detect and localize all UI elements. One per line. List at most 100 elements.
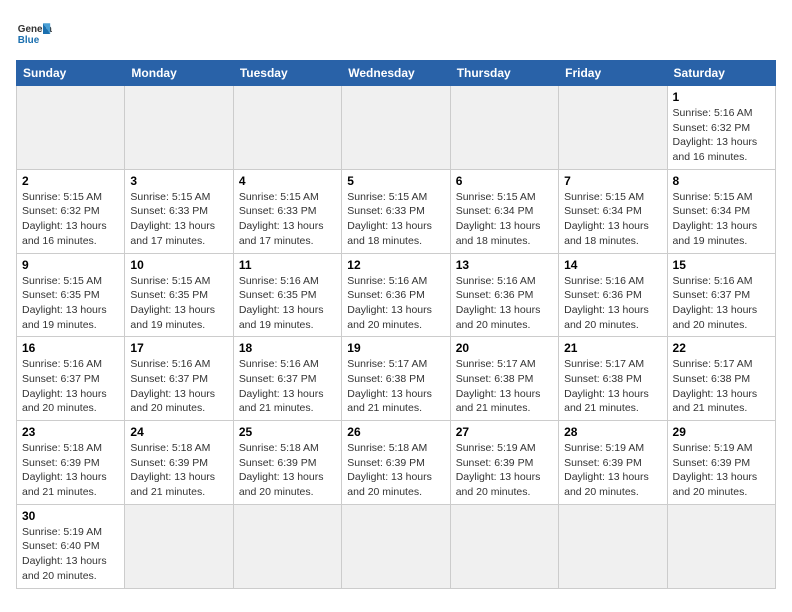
- day-info: Sunrise: 5:18 AMSunset: 6:39 PMDaylight:…: [22, 441, 119, 500]
- day-number: 5: [347, 174, 444, 188]
- day-info: Sunrise: 5:16 AMSunset: 6:36 PMDaylight:…: [456, 274, 553, 333]
- day-number: 20: [456, 341, 553, 355]
- calendar-day-cell: 2 Sunrise: 5:15 AMSunset: 6:32 PMDaylight…: [17, 169, 125, 253]
- calendar-day-cell: 26Sunrise: 5:18 AMSunset: 6:39 PMDayligh…: [342, 421, 450, 505]
- day-number: 19: [347, 341, 444, 355]
- calendar-day-cell: 17 Sunrise: 5:16 AMSunset: 6:37 PMDayligh…: [125, 337, 233, 421]
- day-number: 23: [22, 425, 119, 439]
- calendar-day-cell: 29Sunrise: 5:19 AMSunset: 6:39 PMDayligh…: [667, 421, 775, 505]
- calendar-day-cell: [233, 86, 341, 170]
- day-info: Sunrise: 5:15 AMSunset: 6:34 PMDaylight:…: [564, 190, 661, 249]
- day-info: Sunrise: 5:17 AMSunset: 6:38 PMDaylight:…: [347, 357, 444, 416]
- day-info: Sunrise: 5:18 AMSunset: 6:39 PMDaylight:…: [347, 441, 444, 500]
- day-info: Sunrise: 5:18 AMSunset: 6:39 PMDaylight:…: [239, 441, 336, 500]
- day-number: 25: [239, 425, 336, 439]
- day-info: Sunrise: 5:17 AMSunset: 6:38 PMDaylight:…: [673, 357, 770, 416]
- day-info: Sunrise: 5:15 AMSunset: 6:34 PMDaylight:…: [456, 190, 553, 249]
- calendar-day-cell: [450, 504, 558, 588]
- calendar-day-cell: 28 Sunrise: 5:19 AMSunset: 6:39 PMDayligh…: [559, 421, 667, 505]
- day-number: 12: [347, 258, 444, 272]
- calendar-day-cell: 8Sunrise: 5:15 AMSunset: 6:34 PMDaylight…: [667, 169, 775, 253]
- day-info: Sunrise: 5:17 AMSunset: 6:38 PMDaylight:…: [564, 357, 661, 416]
- day-info: Sunrise: 5:19 AMSunset: 6:39 PMDaylight:…: [564, 441, 661, 500]
- day-number: 8: [673, 174, 770, 188]
- calendar-week-row: 16Sunrise: 5:16 AMSunset: 6:37 PMDayligh…: [17, 337, 776, 421]
- calendar-week-row: 9Sunrise: 5:15 AMSunset: 6:35 PMDaylight…: [17, 253, 776, 337]
- day-info: Sunrise: 5:18 AMSunset: 6:39 PMDaylight:…: [130, 441, 227, 500]
- day-info: Sunrise: 5:15 AMSunset: 6:33 PMDaylight:…: [347, 190, 444, 249]
- calendar-table: SundayMondayTuesdayWednesdayThursdayFrid…: [16, 60, 776, 589]
- header: General Blue: [16, 16, 776, 52]
- day-number: 15: [673, 258, 770, 272]
- calendar-day-cell: 3 Sunrise: 5:15 AMSunset: 6:33 PMDaylight…: [125, 169, 233, 253]
- day-info: Sunrise: 5:16 AMSunset: 6:35 PMDaylight:…: [239, 274, 336, 333]
- day-info: Sunrise: 5:19 AMSunset: 6:39 PMDaylight:…: [456, 441, 553, 500]
- calendar-day-cell: [125, 86, 233, 170]
- calendar-day-cell: 14Sunrise: 5:16 AMSunset: 6:36 PMDayligh…: [559, 253, 667, 337]
- logo-icon: General Blue: [16, 16, 52, 52]
- weekday-header-sunday: Sunday: [17, 61, 125, 86]
- day-number: 1: [673, 90, 770, 104]
- calendar-day-cell: 4 Sunrise: 5:15 AMSunset: 6:33 PMDaylight…: [233, 169, 341, 253]
- calendar-week-row: 1 Sunrise: 5:16 AMSunset: 6:32 PMDaylight…: [17, 86, 776, 170]
- day-number: 10: [130, 258, 227, 272]
- calendar-day-cell: 11Sunrise: 5:16 AMSunset: 6:35 PMDayligh…: [233, 253, 341, 337]
- day-info: Sunrise: 5:19 AMSunset: 6:39 PMDaylight:…: [673, 441, 770, 500]
- weekday-header-monday: Monday: [125, 61, 233, 86]
- calendar-day-cell: [559, 86, 667, 170]
- calendar-day-cell: 27 Sunrise: 5:19 AMSunset: 6:39 PMDayligh…: [450, 421, 558, 505]
- calendar-day-cell: 5 Sunrise: 5:15 AMSunset: 6:33 PMDaylight…: [342, 169, 450, 253]
- day-info: Sunrise: 5:17 AMSunset: 6:38 PMDaylight:…: [456, 357, 553, 416]
- calendar-day-cell: 1 Sunrise: 5:16 AMSunset: 6:32 PMDaylight…: [667, 86, 775, 170]
- calendar-day-cell: [342, 86, 450, 170]
- calendar-day-cell: 16Sunrise: 5:16 AMSunset: 6:37 PMDayligh…: [17, 337, 125, 421]
- day-info: Sunrise: 5:16 AMSunset: 6:37 PMDaylight:…: [239, 357, 336, 416]
- day-number: 21: [564, 341, 661, 355]
- calendar-day-cell: [667, 504, 775, 588]
- calendar-day-cell: 25 Sunrise: 5:18 AMSunset: 6:39 PMDayligh…: [233, 421, 341, 505]
- day-number: 17: [130, 341, 227, 355]
- day-info: Sunrise: 5:16 AMSunset: 6:37 PMDaylight:…: [673, 274, 770, 333]
- calendar-day-cell: 9Sunrise: 5:15 AMSunset: 6:35 PMDaylight…: [17, 253, 125, 337]
- day-number: 30: [22, 509, 119, 523]
- weekday-header-row: SundayMondayTuesdayWednesdayThursdayFrid…: [17, 61, 776, 86]
- calendar-day-cell: [342, 504, 450, 588]
- day-number: 2: [22, 174, 119, 188]
- calendar-day-cell: 18 Sunrise: 5:16 AMSunset: 6:37 PMDayligh…: [233, 337, 341, 421]
- svg-text:Blue: Blue: [18, 35, 40, 46]
- day-info: Sunrise: 5:15 AMSunset: 6:33 PMDaylight:…: [239, 190, 336, 249]
- day-number: 28: [564, 425, 661, 439]
- calendar-day-cell: [17, 86, 125, 170]
- day-number: 4: [239, 174, 336, 188]
- day-info: Sunrise: 5:16 AMSunset: 6:36 PMDaylight:…: [564, 274, 661, 333]
- calendar-week-row: 23 Sunrise: 5:18 AMSunset: 6:39 PMDayligh…: [17, 421, 776, 505]
- calendar-day-cell: 15 Sunrise: 5:16 AMSunset: 6:37 PMDayligh…: [667, 253, 775, 337]
- calendar-day-cell: 10Sunrise: 5:15 AMSunset: 6:35 PMDayligh…: [125, 253, 233, 337]
- day-info: Sunrise: 5:16 AMSunset: 6:32 PMDaylight:…: [673, 106, 770, 165]
- calendar-day-cell: [125, 504, 233, 588]
- calendar-week-row: 2 Sunrise: 5:15 AMSunset: 6:32 PMDaylight…: [17, 169, 776, 253]
- day-info: Sunrise: 5:16 AMSunset: 6:37 PMDaylight:…: [130, 357, 227, 416]
- weekday-header-tuesday: Tuesday: [233, 61, 341, 86]
- calendar-day-cell: [559, 504, 667, 588]
- day-info: Sunrise: 5:15 AMSunset: 6:32 PMDaylight:…: [22, 190, 119, 249]
- weekday-header-wednesday: Wednesday: [342, 61, 450, 86]
- calendar-day-cell: 12 Sunrise: 5:16 AMSunset: 6:36 PMDayligh…: [342, 253, 450, 337]
- day-number: 18: [239, 341, 336, 355]
- weekday-header-thursday: Thursday: [450, 61, 558, 86]
- day-number: 27: [456, 425, 553, 439]
- day-info: Sunrise: 5:15 AMSunset: 6:33 PMDaylight:…: [130, 190, 227, 249]
- day-info: Sunrise: 5:16 AMSunset: 6:37 PMDaylight:…: [22, 357, 119, 416]
- calendar-day-cell: 30 Sunrise: 5:19 AMSunset: 6:40 PMDayligh…: [17, 504, 125, 588]
- day-number: 3: [130, 174, 227, 188]
- calendar-day-cell: 21 Sunrise: 5:17 AMSunset: 6:38 PMDayligh…: [559, 337, 667, 421]
- calendar-day-cell: 22Sunrise: 5:17 AMSunset: 6:38 PMDayligh…: [667, 337, 775, 421]
- calendar-day-cell: 19 Sunrise: 5:17 AMSunset: 6:38 PMDayligh…: [342, 337, 450, 421]
- calendar-day-cell: [233, 504, 341, 588]
- logo: General Blue: [16, 16, 52, 52]
- day-info: Sunrise: 5:19 AMSunset: 6:40 PMDaylight:…: [22, 525, 119, 584]
- day-info: Sunrise: 5:16 AMSunset: 6:36 PMDaylight:…: [347, 274, 444, 333]
- day-number: 7: [564, 174, 661, 188]
- weekday-header-saturday: Saturday: [667, 61, 775, 86]
- day-number: 6: [456, 174, 553, 188]
